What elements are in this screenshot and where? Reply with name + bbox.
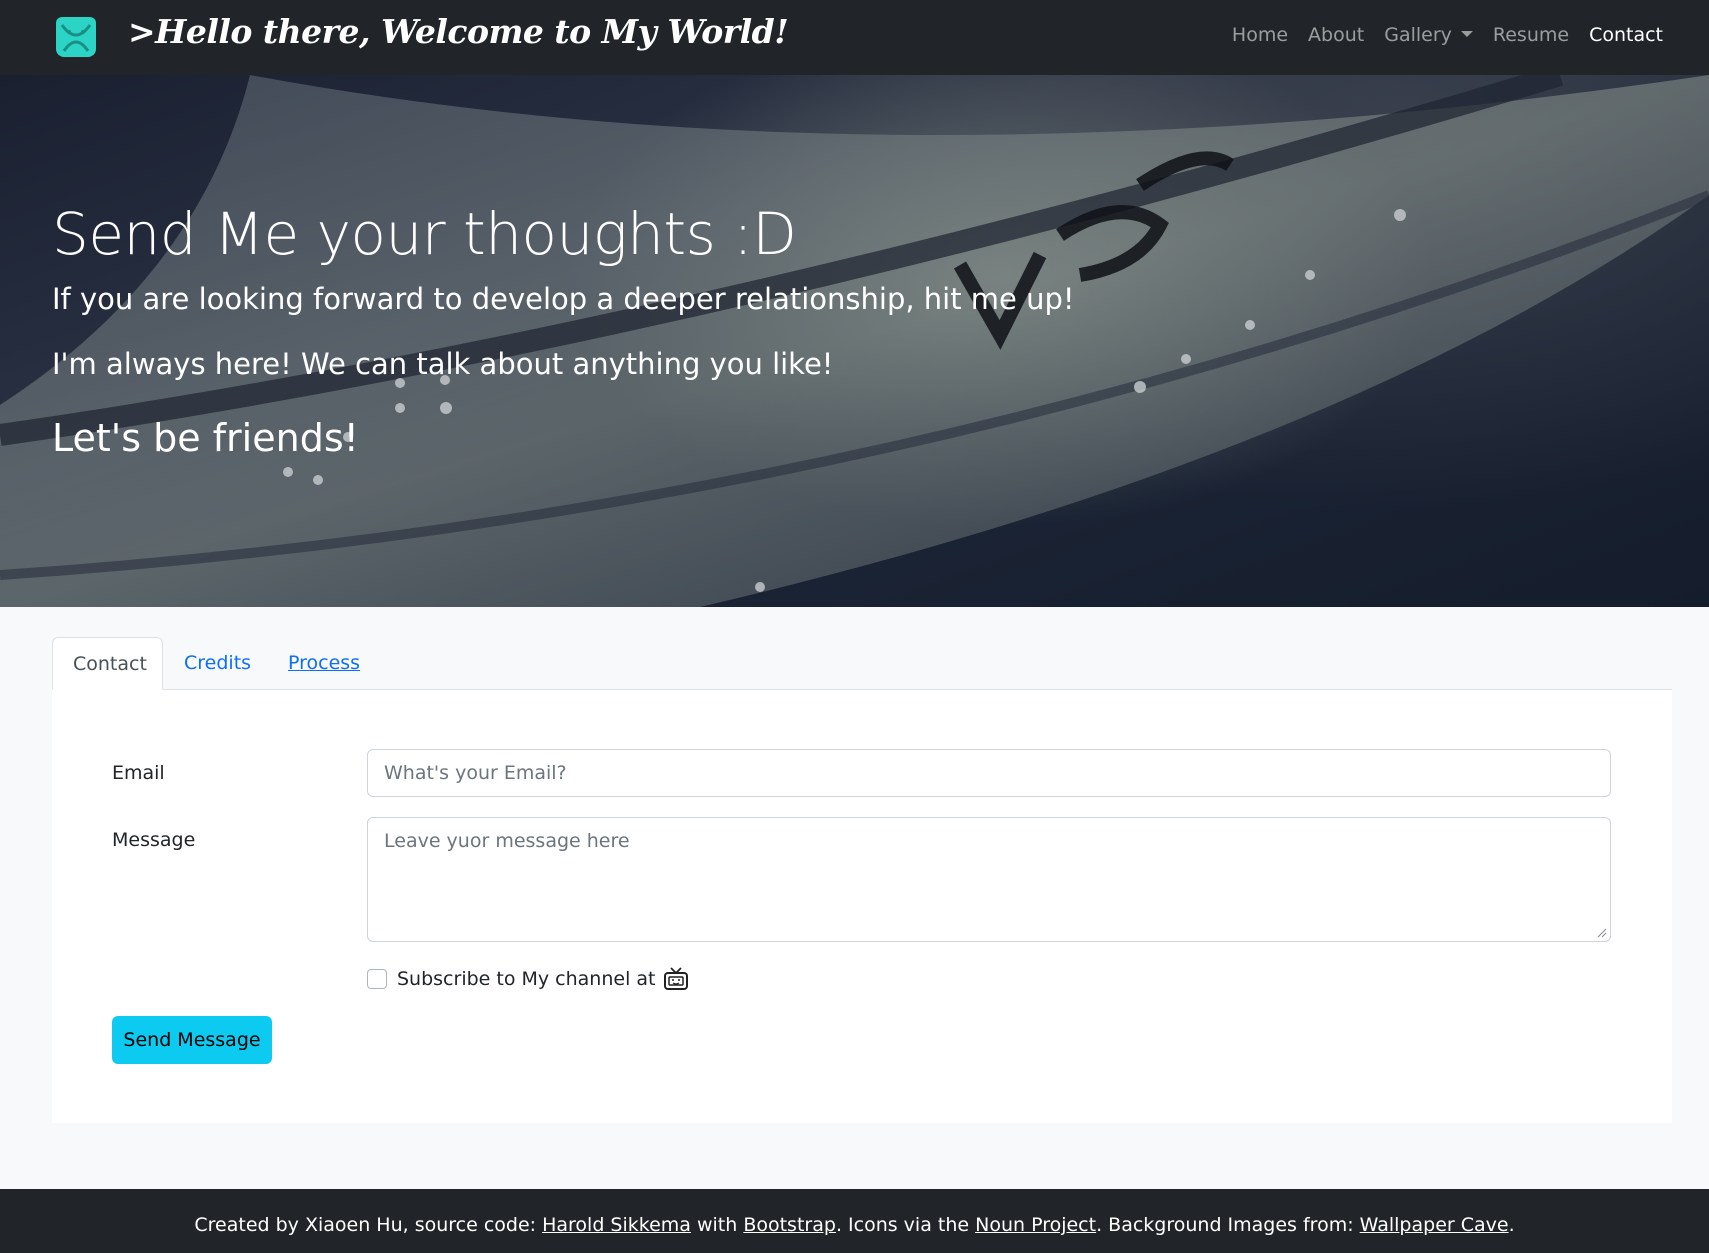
nav-about[interactable]: About bbox=[1308, 24, 1364, 46]
footer-link-bootstrap[interactable]: Bootstrap bbox=[743, 1214, 836, 1236]
top-navbar: >Hello there, Welcome to My World! Home … bbox=[0, 0, 1709, 75]
contact-panel: Email What's your Email? Message Leave y… bbox=[52, 690, 1672, 1123]
message-placeholder: Leave yuor message here bbox=[384, 830, 630, 852]
footer-text-with: with bbox=[690, 1214, 744, 1236]
bear-logo-icon[interactable] bbox=[54, 15, 98, 59]
tab-process[interactable]: Process bbox=[268, 637, 380, 690]
subscribe-label[interactable]: Subscribe to My channel at bbox=[397, 968, 656, 990]
footer: Created by Xiaoen Hu, source code: Harol… bbox=[0, 1189, 1709, 1253]
tab-contact[interactable]: Contact bbox=[52, 637, 163, 690]
tab-bar: Contact Credits Process bbox=[52, 637, 1672, 690]
footer-text-suffix: . bbox=[1508, 1214, 1515, 1236]
footer-text-background: . Background Images from: bbox=[1096, 1214, 1360, 1236]
starship-background-image bbox=[0, 75, 1709, 607]
tab-credits[interactable]: Credits bbox=[164, 637, 271, 690]
email-field[interactable]: What's your Email? bbox=[367, 749, 1611, 797]
send-message-button[interactable]: Send Message bbox=[112, 1016, 272, 1064]
tv-icon bbox=[663, 967, 688, 990]
hero-banner: Send Me your thoughts :D If you are look… bbox=[0, 75, 1709, 607]
site-brand[interactable]: >Hello there, Welcome to My World! bbox=[128, 12, 789, 51]
hero-title: Send Me your thoughts :D bbox=[52, 200, 797, 268]
nav-resume[interactable]: Resume bbox=[1493, 24, 1569, 46]
message-label: Message bbox=[112, 829, 196, 851]
footer-link-noun-project[interactable]: Noun Project bbox=[975, 1214, 1096, 1236]
footer-link-wallpaper-cave[interactable]: Wallpaper Cave bbox=[1360, 1214, 1509, 1236]
message-textarea[interactable]: Leave yuor message here bbox=[367, 817, 1611, 942]
footer-text-prefix: Created by Xiaoen Hu, source code: bbox=[194, 1214, 543, 1236]
email-label: Email bbox=[112, 762, 165, 784]
footer-link-harold-sikkema[interactable]: Harold Sikkema bbox=[542, 1214, 691, 1236]
footer-text-icons: . Icons via the bbox=[835, 1214, 976, 1236]
nav-contact[interactable]: Contact bbox=[1589, 24, 1663, 46]
hero-line-3: Let's be friends! bbox=[52, 416, 359, 460]
subscribe-row: Subscribe to My channel at bbox=[367, 965, 690, 993]
hero-line-2: I'm always here! We can talk about anyth… bbox=[52, 347, 834, 381]
nav-gallery-dropdown[interactable]: Gallery bbox=[1384, 24, 1473, 46]
resize-handle-icon[interactable] bbox=[1597, 928, 1607, 938]
nav-home[interactable]: Home bbox=[1232, 24, 1288, 46]
nav-links: Home About Gallery Resume Contact bbox=[1232, 24, 1663, 46]
nav-gallery-label: Gallery bbox=[1384, 24, 1452, 46]
chevron-down-icon bbox=[1460, 31, 1473, 37]
hero-line-1: If you are looking forward to develop a … bbox=[52, 282, 1075, 316]
subscribe-checkbox[interactable] bbox=[367, 969, 387, 989]
